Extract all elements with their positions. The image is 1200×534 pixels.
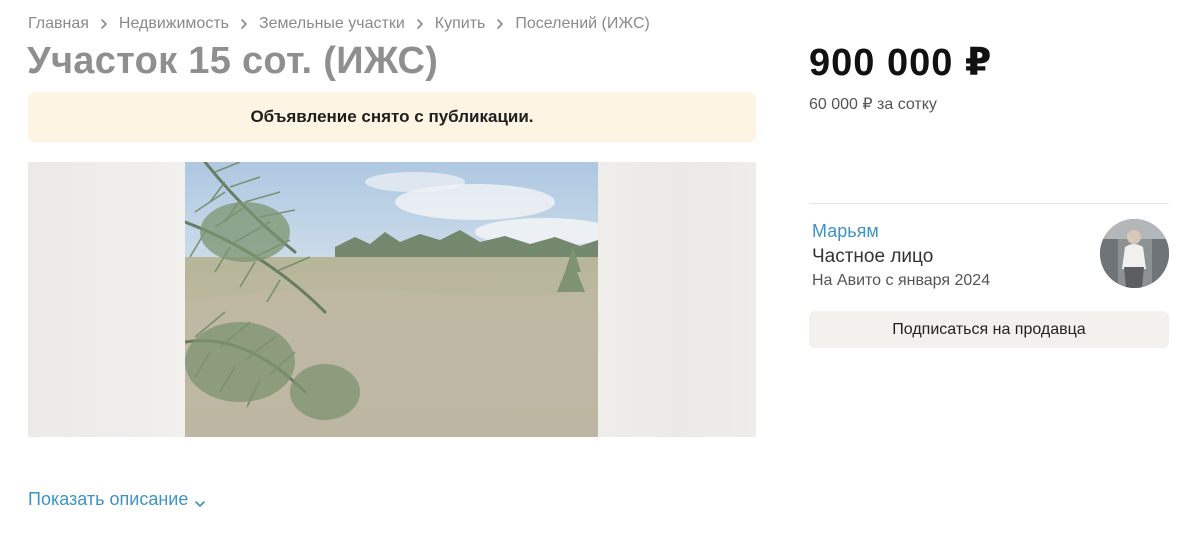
- subscribe-seller-button[interactable]: Подписаться на продавца: [809, 311, 1169, 348]
- photo-gallery[interactable]: [28, 162, 756, 437]
- chevron-down-icon: [194, 494, 206, 507]
- breadcrumb-item-izhs[interactable]: Поселений (ИЖС): [515, 15, 649, 33]
- listing-photo[interactable]: [183, 162, 615, 437]
- price-per-unit: 60 000 ₽ за сотку: [809, 96, 937, 113]
- breadcrumb: Главная Недвижимость Земельные участки К…: [28, 15, 650, 33]
- breadcrumb-item-land[interactable]: Земельные участки: [259, 15, 405, 33]
- unpublished-notice: Объявление снято с публикации.: [28, 92, 756, 142]
- price-total: 900 000 ₽: [809, 42, 993, 84]
- breadcrumb-item-home[interactable]: Главная: [28, 15, 89, 33]
- chevron-right-icon: [238, 18, 250, 30]
- chevron-right-icon: [494, 18, 506, 30]
- breadcrumb-item-realty[interactable]: Недвижимость: [119, 15, 229, 33]
- show-description-link[interactable]: Показать описание: [28, 489, 206, 510]
- seller-since: На Авито с января 2024: [812, 272, 991, 289]
- gallery-blur-right: [598, 162, 756, 437]
- show-description-label: Показать описание: [28, 489, 189, 509]
- breadcrumb-item-buy[interactable]: Купить: [435, 15, 486, 33]
- chevron-right-icon: [98, 18, 110, 30]
- gallery-blur-left: [28, 162, 185, 437]
- seller-type: Частное лицо: [812, 246, 934, 267]
- chevron-right-icon: [414, 18, 426, 30]
- page-title: Участок 15 сот. (ИЖС): [27, 40, 439, 82]
- seller-name-link[interactable]: Марьям: [812, 221, 879, 242]
- seller-avatar[interactable]: [1100, 219, 1169, 288]
- divider: [809, 203, 1169, 204]
